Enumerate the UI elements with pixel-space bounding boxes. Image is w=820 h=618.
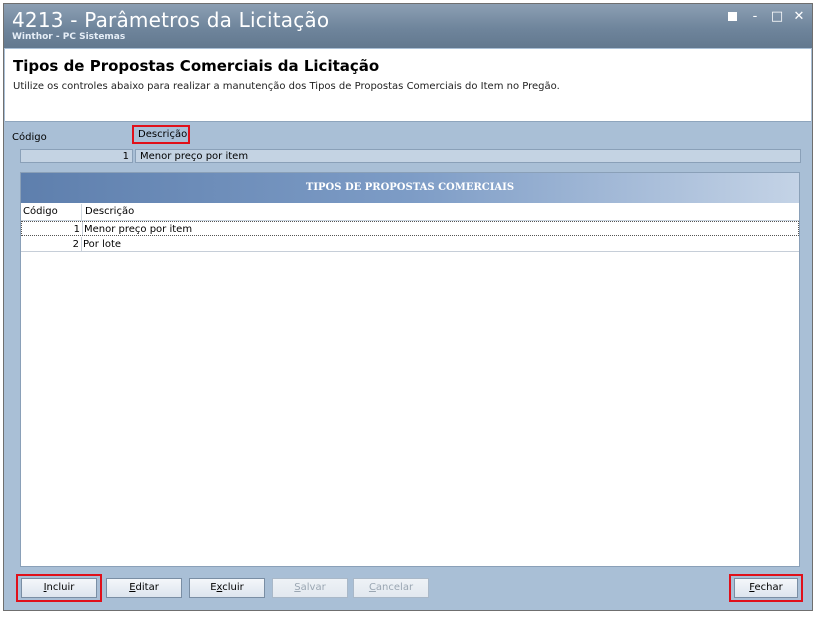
table-row[interactable]: 2 Por lote xyxy=(21,237,799,252)
close-button[interactable]: ✕ xyxy=(792,10,806,24)
editar-button[interactable]: Editar xyxy=(106,578,182,598)
row-codigo: 2 xyxy=(72,239,79,250)
minimize-button[interactable]: - xyxy=(748,10,762,24)
cancelar-label: ancelar xyxy=(375,582,414,593)
descricao-field[interactable]: Menor preço por item xyxy=(135,149,801,163)
main-window: 4213 - Parâmetros da Licitação Winthor -… xyxy=(3,3,813,611)
window-controls: - □ ✕ xyxy=(726,10,806,24)
column-separator xyxy=(81,204,82,220)
codigo-label: Código xyxy=(12,132,47,143)
page-title: Tipos de Propostas Comerciais da Licitaç… xyxy=(13,57,380,75)
grid-banner: TIPOS DE PROPOSTAS COMERCIAIS xyxy=(21,173,799,203)
descricao-label: Descrição xyxy=(138,129,188,140)
salvar-button[interactable]: Salvar xyxy=(272,578,348,598)
cell-separator xyxy=(82,222,83,235)
column-header-codigo[interactable]: Código xyxy=(23,206,58,217)
cancelar-button[interactable]: Cancelar xyxy=(353,578,429,598)
editar-label: ditar xyxy=(135,582,159,593)
excluir-label: cluir xyxy=(222,582,244,593)
maximize-button[interactable]: □ xyxy=(770,10,784,24)
row-codigo: 1 xyxy=(73,224,80,235)
window-title: 4213 - Parâmetros da Licitação xyxy=(12,8,330,32)
fechar-label: echar xyxy=(754,582,783,593)
cancelar-mnemonic: C xyxy=(368,582,376,593)
title-bar[interactable]: 4213 - Parâmetros da Licitação Winthor -… xyxy=(4,4,812,48)
window-subtitle: Winthor - PC Sistemas xyxy=(12,32,126,42)
column-header-descricao[interactable]: Descrição xyxy=(85,206,134,217)
row-descricao: Menor preço por item xyxy=(84,224,193,235)
cell-separator xyxy=(81,237,82,251)
form-area: Código Descrição 1 Menor preço por item … xyxy=(5,122,811,610)
incluir-label: ncluir xyxy=(46,582,75,593)
row-descricao: Por lote xyxy=(83,239,122,250)
incluir-button[interactable]: Incluir xyxy=(21,578,97,598)
salvar-label: alvar xyxy=(300,582,326,593)
fechar-button[interactable]: Fechar xyxy=(734,578,798,598)
page-description: Utilize os controles abaixo para realiza… xyxy=(13,81,560,92)
grid-header: Código Descrição xyxy=(21,204,799,221)
table-row[interactable]: 1 Menor preço por item xyxy=(21,221,799,236)
header-panel: Tipos de Propostas Comerciais da Licitaç… xyxy=(5,49,811,122)
excluir-button[interactable]: Excluir xyxy=(189,578,265,598)
propostas-grid: TIPOS DE PROPOSTAS COMERCIAIS Código Des… xyxy=(20,172,800,567)
restore-icon[interactable] xyxy=(726,10,740,24)
codigo-field[interactable]: 1 xyxy=(20,149,133,163)
